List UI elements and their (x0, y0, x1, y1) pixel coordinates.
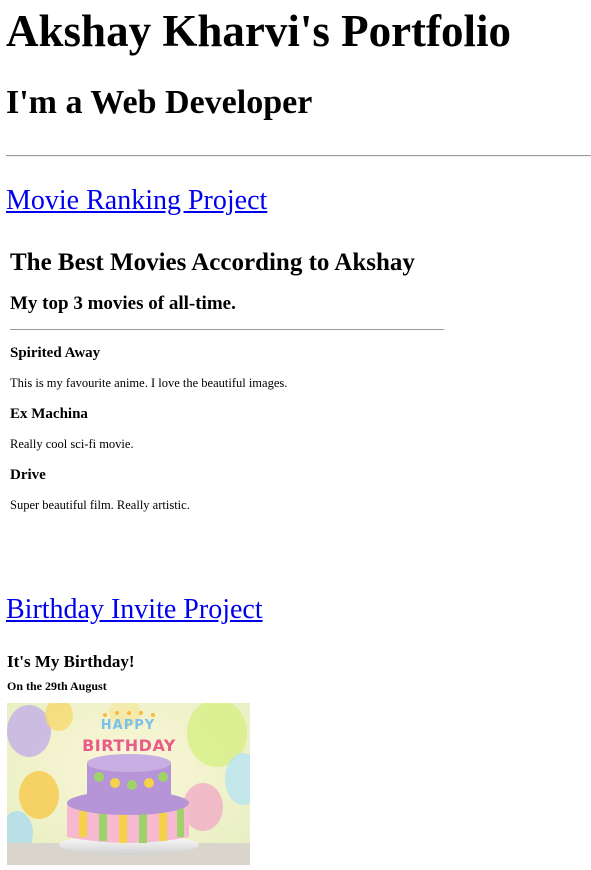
birthday-cake-image: HAPPY BIRTHDAY (7, 703, 250, 865)
movie-ranking-project-link[interactable]: Movie Ranking Project (6, 184, 585, 218)
birthday-invite-project-link[interactable]: Birthday Invite Project (6, 593, 585, 627)
header-divider (6, 155, 591, 157)
movie-ranking-embed: The Best Movies According to Akshay My t… (6, 248, 450, 593)
movie-description: This is my favourite anime. I love the b… (10, 376, 288, 390)
movie-title: Spirited Away (10, 345, 101, 361)
movie-page-heading: The Best Movies According to Akshay (10, 249, 415, 276)
movie-divider (10, 329, 444, 330)
movie-item: Ex Machina Really cool sci-fi movie. (10, 405, 450, 452)
page-title: Akshay Kharvi's Portfolio (6, 6, 512, 56)
movie-description: Super beautiful film. Really artistic. (10, 498, 190, 512)
movie-description: Really cool sci-fi movie. (10, 437, 134, 451)
birthday-invite-embed: It's My Birthday! On the 29th August HAP… (6, 651, 585, 865)
movie-title: Ex Machina (10, 406, 88, 422)
movie-list: Spirited Away This is my favourite anime… (10, 344, 450, 513)
movie-item: Drive Super beautiful film. Really artis… (10, 466, 450, 513)
movie-title: Drive (10, 467, 46, 483)
page: Akshay Kharvi's Portfolio I'm a Web Deve… (0, 0, 591, 865)
movie-page-subheading: My top 3 movies of all-time. (10, 293, 236, 314)
page-subtitle: I'm a Web Developer (6, 84, 313, 121)
birthday-heading: It's My Birthday! (7, 652, 135, 671)
birthday-date: On the 29th August (7, 679, 107, 693)
svg-text:BIRTHDAY: BIRTHDAY (82, 736, 176, 755)
movie-item: Spirited Away This is my favourite anime… (10, 344, 450, 391)
svg-text:HAPPY: HAPPY (101, 718, 155, 733)
